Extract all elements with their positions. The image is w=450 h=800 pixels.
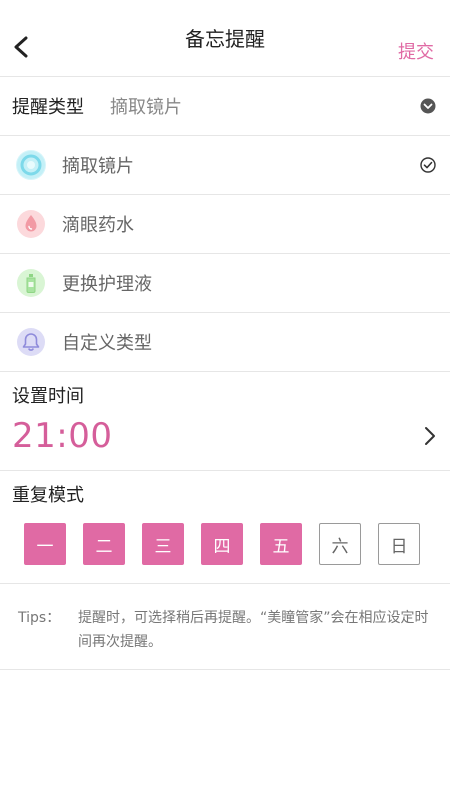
time-value: 21:00	[12, 416, 113, 456]
contact-lens-icon	[16, 150, 46, 180]
time-row[interactable]: 21:00	[0, 408, 450, 464]
check-icon	[420, 157, 436, 173]
tips-text: 提醒时，可选择稍后再提醒。“美瞳管家”会在相应设定时间再次提醒。	[78, 610, 429, 650]
day-friday[interactable]: 五	[260, 523, 302, 565]
day-wednesday[interactable]: 三	[142, 523, 184, 565]
nav-bar: 备忘提醒 提交	[0, 0, 450, 77]
option-label: 自定义类型	[62, 333, 152, 354]
tips-label: Tips：	[18, 610, 61, 626]
option-change-solution[interactable]: 更换护理液	[0, 254, 450, 313]
option-label: 更换护理液	[62, 274, 152, 295]
collapse-chevron-icon[interactable]	[420, 98, 436, 114]
reminder-type-selector[interactable]: 提醒类型 摘取镜片	[0, 77, 450, 136]
option-label: 摘取镜片	[62, 156, 134, 177]
eye-drop-icon	[16, 209, 46, 239]
day-tuesday[interactable]: 二	[83, 523, 125, 565]
solution-bottle-icon	[16, 268, 46, 298]
bell-icon	[16, 327, 46, 357]
repeat-mode-section: 重复模式 一 二 三 四 五 六 日	[0, 471, 450, 584]
day-saturday[interactable]: 六	[319, 523, 361, 565]
day-sunday[interactable]: 日	[378, 523, 420, 565]
submit-button[interactable]: 提交	[398, 38, 434, 64]
chevron-right-icon[interactable]	[424, 426, 436, 446]
repeat-mode-label: 重复模式	[12, 485, 84, 506]
set-time-section[interactable]: 设置时间 21:00	[0, 372, 450, 471]
option-remove-lens[interactable]: 摘取镜片	[0, 136, 450, 195]
reminder-type-value: 摘取镜片	[110, 97, 182, 118]
day-thursday[interactable]: 四	[201, 523, 243, 565]
set-time-label: 设置时间	[12, 386, 84, 407]
day-monday[interactable]: 一	[24, 523, 66, 565]
reminder-type-label: 提醒类型	[12, 97, 84, 118]
tips-section: Tips： 提醒时，可选择稍后再提醒。“美瞳管家”会在相应设定时间再次提醒。	[0, 584, 450, 670]
option-custom-type[interactable]: 自定义类型	[0, 313, 450, 372]
back-arrow-icon[interactable]	[12, 36, 30, 58]
page-title: 备忘提醒	[185, 26, 265, 51]
option-eye-drops[interactable]: 滴眼药水	[0, 195, 450, 254]
weekday-selector: 一 二 三 四 五 六 日	[0, 507, 450, 565]
option-label: 滴眼药水	[62, 215, 134, 236]
